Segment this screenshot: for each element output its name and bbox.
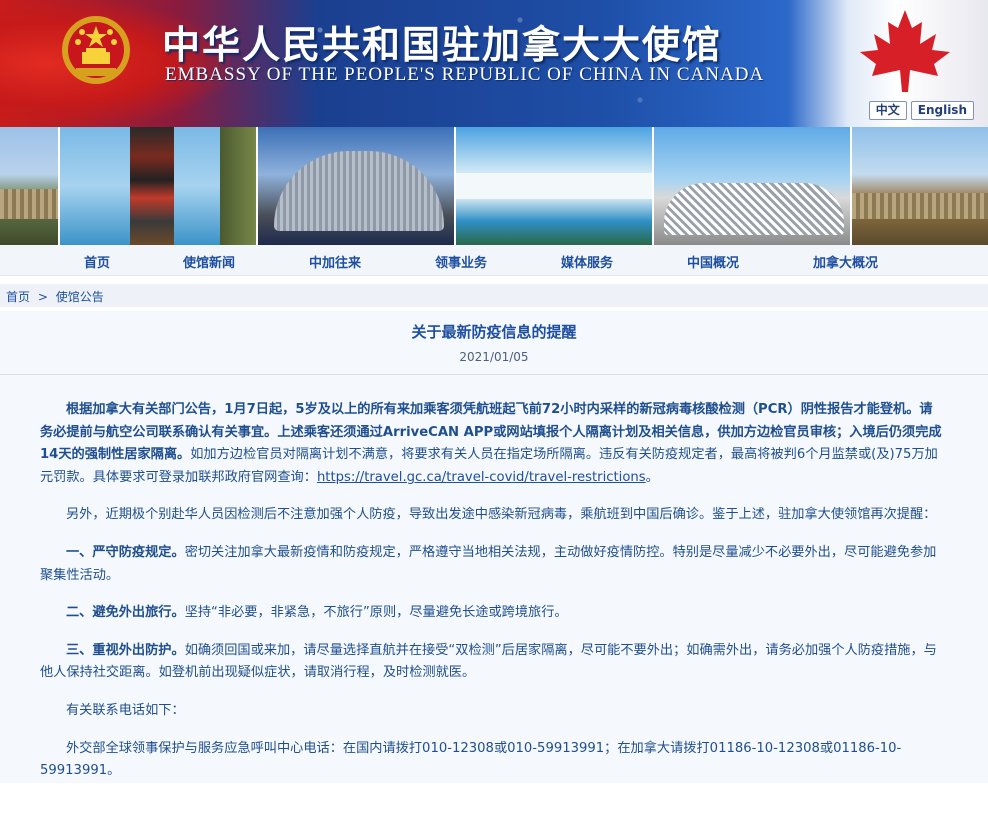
photo-niagara-falls	[456, 127, 654, 245]
paragraph-4-text: 坚持“非必要，非紧急，不旅行”原则，尽量避免长途或跨境旅行。	[184, 605, 568, 621]
paragraph-1-end: 。	[645, 469, 659, 485]
nav-item-home[interactable]: 首页	[84, 252, 110, 271]
photo-great-wall-left	[0, 127, 60, 245]
lang-chinese-button[interactable]: 中文	[868, 101, 907, 120]
photo-national-theatre	[258, 127, 456, 245]
nav-item-canada-overview[interactable]: 加拿大概况	[813, 252, 878, 271]
header-banner: 中华人民共和国驻加拿大大使馆 EMBASSY OF THE PEOPLE'S R…	[0, 0, 988, 127]
maple-leaf-icon	[860, 10, 950, 92]
paragraph-4-bold: 二、避免外出旅行。	[66, 605, 185, 621]
article-date: 2021/01/05	[459, 350, 529, 364]
nav-item-china-canada[interactable]: 中加往来	[309, 252, 361, 271]
paragraph-2: 另外，近期极个别赴华人员因检测后不注意加强个人防疫，导致出发途中感染新冠病毒，乘…	[66, 507, 937, 523]
breadcrumb: 首页 > 使馆公告	[0, 284, 988, 307]
photo-birds-nest-stadium	[654, 127, 852, 245]
breadcrumb-current[interactable]: 使馆公告	[56, 290, 104, 304]
main-nav: 首页 使馆新闻 中加往来 领事业务 媒体服务 中国概况 加拿大概况	[0, 245, 988, 276]
paragraph-5: 三、重视外出防护。如确须回国或来加，请尽量选择直航并在接受“双检测”后居家隔离，…	[40, 640, 942, 685]
nav-item-china-overview[interactable]: 中国概况	[687, 252, 739, 271]
paragraph-3-bold: 一、严守防疫规定。	[66, 544, 185, 560]
photo-totem-pole	[60, 127, 258, 245]
nav-item-embassy-news[interactable]: 使馆新闻	[183, 252, 235, 271]
site-title-chinese: 中华人民共和国驻加拿大大使馆	[162, 22, 723, 67]
paragraph-4: 二、避免外出旅行。坚持“非必要，非紧急，不旅行”原则，尽量避免长途或跨境旅行。	[40, 602, 942, 625]
breadcrumb-separator: >	[37, 290, 48, 304]
language-switcher: 中文 English	[868, 101, 974, 120]
site-title-english: EMBASSY OF THE PEOPLE'S REPUBLIC OF CHIN…	[165, 64, 765, 85]
article-body: 根据加拿大有关部门公告，1月7日起，5岁及以上的所有来加乘客须凭航班起飞前72小…	[0, 375, 988, 783]
nav-item-consular[interactable]: 领事业务	[435, 252, 487, 271]
paragraph-3: 一、严守防疫规定。密切关注加拿大最新疫情和防疫规定，严格遵守当地相关法规，主动做…	[40, 542, 942, 587]
nav-item-media[interactable]: 媒体服务	[561, 252, 613, 271]
lang-english-button[interactable]: English	[910, 101, 974, 120]
paragraph-6: 有关联系电话如下：	[66, 702, 185, 718]
article-title: 关于最新防疫信息的提醒	[411, 323, 577, 341]
travel-restrictions-link[interactable]: https://travel.gc.ca/travel-covid/travel…	[317, 470, 646, 485]
article-header: 关于最新防疫信息的提醒 2021/01/05	[0, 311, 988, 375]
photo-great-wall-right	[852, 127, 988, 245]
paragraph-1: 根据加拿大有关部门公告，1月7日起，5岁及以上的所有来加乘客须凭航班起飞前72小…	[40, 399, 942, 489]
national-emblem-icon	[62, 16, 130, 84]
paragraph-5-bold: 三、重视外出防护。	[66, 642, 185, 658]
paragraph-7: 外交部全球领事保护与服务应急呼叫中心电话：在国内请拨打010-12308或010…	[40, 740, 902, 779]
article: 关于最新防疫信息的提醒 2021/01/05 根据加拿大有关部门公告，1月7日起…	[0, 311, 988, 783]
breadcrumb-home[interactable]: 首页	[6, 290, 30, 304]
photo-strip	[0, 127, 988, 245]
